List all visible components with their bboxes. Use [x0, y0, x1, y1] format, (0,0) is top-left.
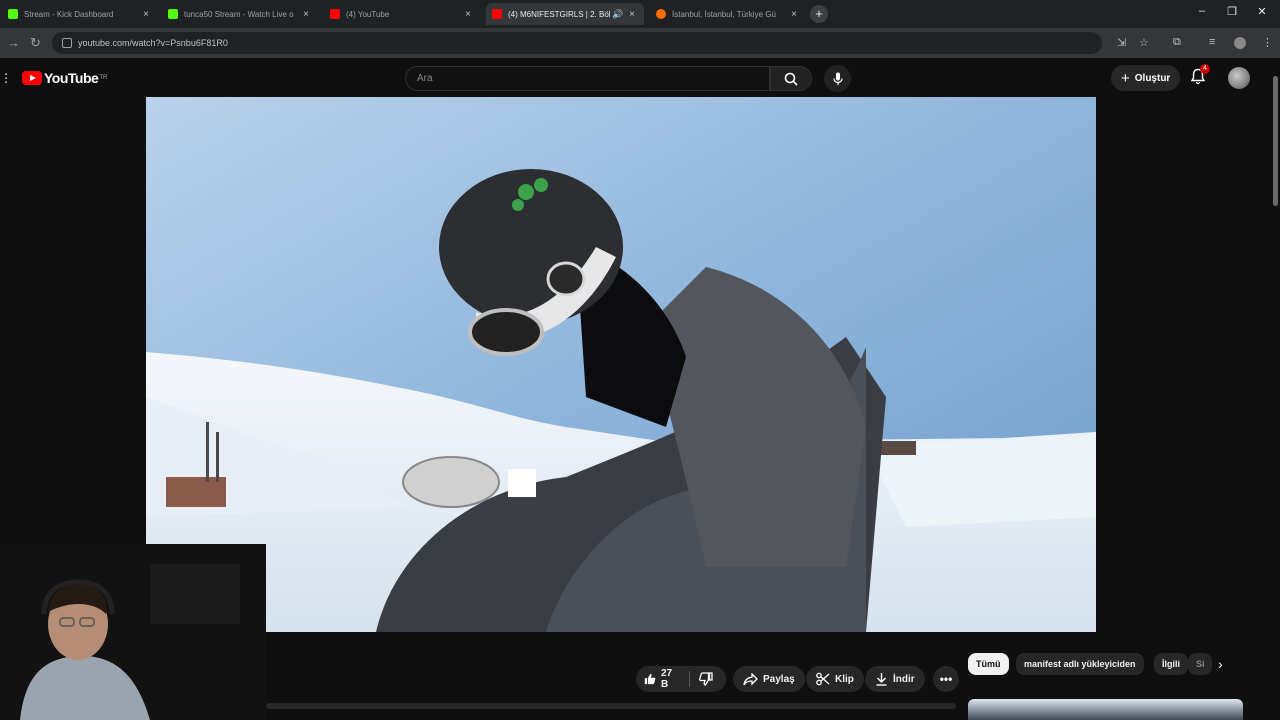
divider [689, 671, 690, 687]
url-text: youtube.com/watch?v=Psnbu6F81R0 [78, 38, 228, 48]
bookmark-star-icon[interactable]: ☆ [1139, 36, 1149, 49]
webcam-overlay [0, 544, 266, 720]
restore-icon[interactable]: ❐ [1222, 5, 1242, 18]
video-actions: 27 B Paylaş Klip İndir ••• [0, 666, 960, 692]
site-info-icon[interactable] [62, 38, 72, 48]
weather-icon [656, 9, 666, 19]
media-control-icon[interactable]: ≡ [1209, 36, 1215, 48]
browser-tab-bar: Stream - Kick Dashboard × tunca50 Stream… [0, 0, 1280, 28]
region-code: TR [99, 75, 108, 81]
install-icon[interactable]: ⇲ [1117, 36, 1126, 49]
logo-text: YouTube [44, 70, 99, 86]
menu-dots-icon[interactable]: ⋮ [1262, 36, 1273, 49]
speaker-icon[interactable]: 🔊 [610, 9, 626, 20]
clip-label: Klip [835, 673, 854, 685]
youtube-header: ⋮ YouTube TR Ara + Oluştur 4 [0, 58, 1280, 98]
youtube-icon [492, 9, 502, 19]
webcam-image [0, 544, 266, 720]
youtube-logo[interactable]: YouTube TR [22, 70, 107, 86]
page-scrollbar[interactable] [1270, 60, 1280, 720]
notification-badge: 4 [1200, 64, 1210, 74]
close-window-icon[interactable]: ✕ [1252, 5, 1272, 18]
search-button[interactable] [770, 66, 812, 91]
address-bar: → ↻ youtube.com/watch?v=Psnbu6F81R0 ⇲ ☆ … [0, 28, 1280, 58]
close-icon[interactable]: × [626, 9, 638, 20]
download-icon [876, 673, 887, 686]
chip-all[interactable]: Tümü [968, 653, 1009, 675]
share-button[interactable]: Paylaş [733, 666, 805, 692]
more-actions-button[interactable]: ••• [933, 666, 959, 692]
scissors-icon [816, 672, 830, 686]
profile-avatar[interactable] [1234, 37, 1246, 49]
chip-more[interactable]: Si [1188, 653, 1212, 675]
url-field[interactable]: youtube.com/watch?v=Psnbu6F81R0 [52, 32, 1102, 54]
dislike-button[interactable] [699, 672, 718, 686]
tab-title: (4) M6NIFESTGIRLS | 2. Bölü [508, 9, 610, 19]
share-label: Paylaş [763, 673, 795, 685]
close-icon[interactable]: × [300, 9, 312, 20]
plus-icon: + [1121, 69, 1130, 87]
youtube-icon [330, 9, 340, 19]
search-input[interactable]: Ara [405, 66, 770, 91]
youtube-play-icon [22, 71, 42, 85]
browser-tab[interactable]: (4) YouTube × [324, 3, 480, 25]
like-dislike-group: 27 B [636, 666, 726, 692]
new-tab-button[interactable]: + [810, 5, 828, 23]
minimize-icon[interactable]: – [1192, 5, 1212, 17]
tab-title: Stream - Kick Dashboard [24, 9, 114, 19]
close-icon[interactable]: × [462, 9, 474, 20]
browser-tab[interactable]: İstanbul, İstanbul, Türkiye Gü × [650, 3, 806, 25]
forward-icon[interactable]: → [7, 35, 20, 50]
chip-from-uploader[interactable]: manifest adlı yükleyiciden [1016, 653, 1144, 675]
reload-icon[interactable]: ↻ [30, 35, 41, 51]
thumbs-up-icon [644, 673, 656, 685]
browser-tab[interactable]: tunca50 Stream - Watch Live o × [162, 3, 318, 25]
video-title-placeholder [266, 703, 956, 709]
voice-search-button[interactable] [824, 65, 851, 92]
close-icon[interactable]: × [140, 9, 152, 20]
microphone-icon [832, 72, 843, 85]
thumbs-down-icon [699, 672, 713, 686]
search-icon [784, 72, 798, 86]
notifications-button[interactable]: 4 [1190, 64, 1210, 90]
extensions-icon[interactable]: ⧉ [1173, 36, 1181, 49]
tab-title: tunca50 Stream - Watch Live o [184, 9, 294, 19]
chip-related[interactable]: İlgili [1154, 653, 1188, 675]
like-count: 27 B [661, 668, 673, 690]
clip-button[interactable]: Klip [806, 666, 864, 692]
hamburger-menu-icon[interactable]: ⋮ [0, 71, 12, 85]
browser-tab[interactable]: Stream - Kick Dashboard × [2, 3, 158, 25]
create-button[interactable]: + Oluştur [1111, 65, 1181, 91]
recommended-thumbnail[interactable] [968, 699, 1243, 720]
avatar[interactable] [1228, 67, 1250, 89]
create-label: Oluştur [1134, 72, 1171, 84]
browser-tab-active[interactable]: (4) M6NIFESTGIRLS | 2. Bölü 🔊 × [486, 3, 644, 25]
close-icon[interactable]: × [788, 9, 800, 20]
kick-icon [8, 9, 18, 19]
download-label: İndir [893, 673, 915, 685]
kick-icon [168, 9, 178, 19]
more-dots-icon: ••• [939, 672, 953, 686]
tab-title: İstanbul, İstanbul, Türkiye Gü [672, 9, 776, 19]
scrollbar-thumb[interactable] [1273, 76, 1278, 206]
download-button[interactable]: İndir [865, 666, 925, 692]
video-player[interactable] [146, 97, 1096, 632]
share-icon [743, 672, 758, 686]
like-button[interactable]: 27 B [644, 668, 679, 690]
video-frame-image [146, 97, 1096, 632]
tab-title: (4) YouTube [346, 9, 390, 19]
chevron-right-icon[interactable]: › [1218, 656, 1223, 672]
